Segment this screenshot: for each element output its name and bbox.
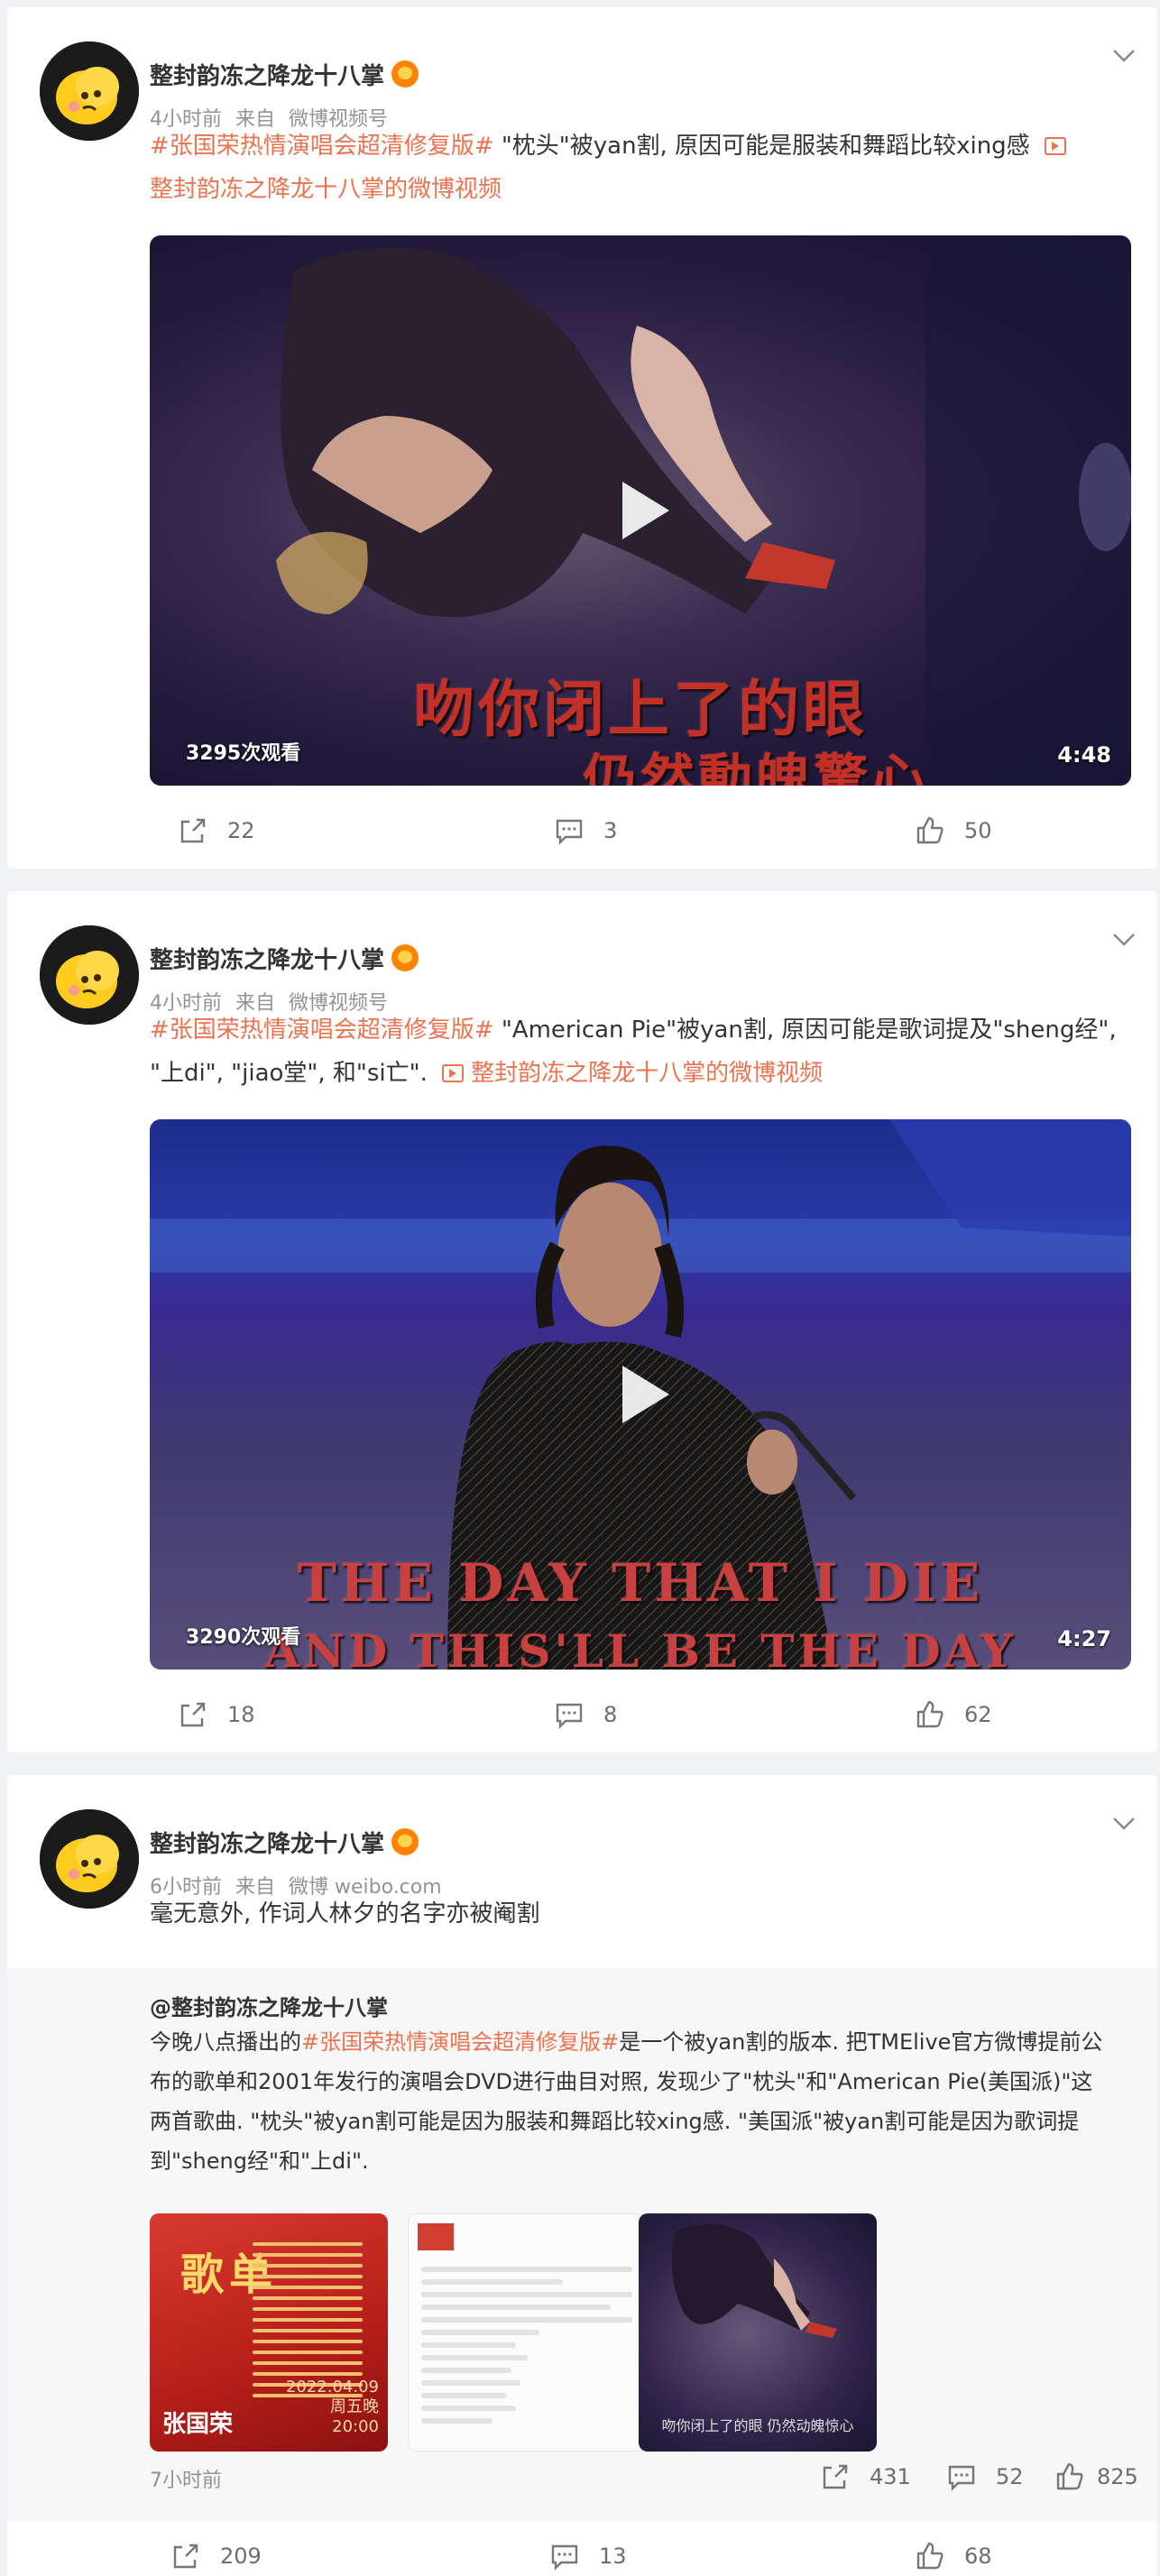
thumbs-up-icon (1056, 2462, 1083, 2490)
comment-count: 13 (599, 2544, 627, 2569)
view-count: 3290次观看 (186, 1626, 301, 1649)
image-thumbnail[interactable]: 吻你闭上了的眼 仍然动魄惊心 (639, 2213, 877, 2452)
retweet-text: 今晚八点播出的#张国荣热情演唱会超清修复版#是一个被yan割的版本. 把TMEl… (150, 2029, 1103, 2174)
post-text: #张国荣热情演唱会超清修复版# "枕头"被yan割, 原因可能是服装和舞蹈比较x… (150, 124, 1124, 211)
comment-button[interactable]: 13 (548, 2540, 627, 2572)
comment-icon (556, 819, 583, 845)
comment-icon (948, 2465, 975, 2491)
comment-icon (551, 2544, 578, 2571)
post-body: "枕头"被yan割, 原因可能是服装和舞蹈比较xing感 (493, 133, 1037, 160)
repost-icon (180, 1702, 206, 1727)
repost-count: 431 (870, 2464, 911, 2489)
repost-icon (173, 2544, 198, 2569)
video-player[interactable]: THE DAY THAT I DIE AND THIS'LL BE THE DA… (150, 1119, 1131, 1670)
comment-button[interactable]: 3 (553, 814, 617, 847)
post-text: 毫无意外, 作词人林夕的名字亦被阉割 (150, 1900, 540, 1927)
post-card: 整封韵冻之降龙十八掌 4小时前 来自 微博视频号 #张国荣热情演唱会超清修复版#… (7, 891, 1157, 1753)
like-count: 50 (964, 818, 992, 843)
video-duration: 4:27 (1057, 1626, 1111, 1651)
repost-count: 22 (227, 818, 255, 843)
like-count: 68 (964, 2544, 992, 2569)
thumb-date: 2022.04.09 周五晚 20:00 (285, 2378, 379, 2436)
video-link[interactable]: 整封韵冻之降龙十八掌的微博视频 (150, 176, 502, 203)
thumbs-up-icon (916, 816, 944, 844)
view-count: 3295次观看 (186, 742, 301, 765)
action-bar: 22 3 50 (7, 814, 1157, 860)
comment-icon (556, 1703, 583, 1729)
video-duration: 4:48 (1057, 742, 1111, 768)
post-text: #张国荣热情演唱会超清修复版# "American Pie"被yan割, 原因可… (150, 1008, 1124, 1095)
username[interactable]: 整封韵冻之降龙十八掌 (150, 942, 419, 975)
avatar[interactable] (40, 1809, 139, 1909)
thumb-text-lines (409, 2259, 645, 2431)
image-thumbnail[interactable]: 歌单 张国荣 2022.04.09 周五晚 20:00 (150, 2213, 388, 2452)
action-bar: 209 13 68 (7, 2540, 1157, 2576)
hashtag-link[interactable]: #张国荣热情演唱会超清修复版# (150, 133, 494, 160)
vip-badge-icon (391, 944, 419, 971)
video-subtitle-line1: THE DAY THAT I DIE (297, 1552, 984, 1614)
chevron-down-icon[interactable] (1109, 924, 1139, 954)
hashtag-link[interactable]: #张国荣热情演唱会超清修复版# (150, 1017, 494, 1044)
comment-count: 8 (603, 1702, 618, 1727)
avatar-emoji-icon (40, 1809, 139, 1909)
repost-button[interactable]: 209 (170, 2540, 262, 2572)
chevron-down-icon[interactable] (1109, 40, 1139, 70)
vip-badge-icon (391, 60, 419, 87)
thumbs-up-icon (916, 2542, 944, 2570)
like-count: 62 (964, 1702, 992, 1727)
image-thumbnail[interactable] (408, 2213, 646, 2452)
thumb-name: 张国荣 (162, 2411, 234, 2438)
action-bar: 18 8 62 (7, 1698, 1157, 1743)
repost-count: 209 (220, 2544, 262, 2569)
play-icon[interactable] (604, 1358, 677, 1431)
like-button[interactable]: 62 (914, 1698, 992, 1731)
avatar-emoji-icon (40, 925, 139, 1025)
avatar[interactable] (40, 41, 139, 141)
retweet-repost-button[interactable]: 431 (819, 2461, 911, 2493)
repost-icon (823, 2464, 848, 2489)
like-button[interactable]: 50 (914, 814, 992, 847)
like-count: 825 (1097, 2464, 1138, 2489)
video-subtitle-line2: 仍然動魄驚心 (583, 749, 929, 786)
post-card: 整封韵冻之降龙十八掌 6小时前 来自 微博 weibo.com 毫无意外, 作词… (7, 1775, 1157, 2576)
repost-button[interactable]: 22 (177, 814, 255, 847)
video-player[interactable]: 吻你闭上了的眼 仍然動魄驚心 3295次观看 4:48 (150, 235, 1131, 786)
repost-count: 18 (227, 1702, 255, 1727)
comment-count: 52 (996, 2464, 1024, 2489)
hashtag-link[interactable]: #张国荣热情演唱会超清修复版# (301, 2029, 619, 2055)
video-link-icon (442, 1064, 465, 1082)
username[interactable]: 整封韵冻之降龙十八掌 (150, 1826, 419, 1859)
repost-icon (180, 818, 206, 843)
repost-button[interactable]: 18 (177, 1698, 255, 1731)
vip-badge-icon (391, 1828, 419, 1855)
thumbs-up-icon (916, 1700, 944, 1728)
avatar[interactable] (40, 925, 139, 1025)
retweet-box[interactable]: @整封韵冻之降龙十八掌 今晚八点播出的#张国荣热情演唱会超清修复版#是一个被ya… (7, 1968, 1157, 2522)
retweet-like-button[interactable]: 825 (1054, 2461, 1138, 2493)
avatar-emoji-icon (40, 41, 139, 141)
retweet-user[interactable]: @整封韵冻之降龙十八掌 (150, 1990, 388, 2021)
like-button[interactable]: 68 (914, 2540, 992, 2572)
retweet-comment-button[interactable]: 52 (945, 2461, 1024, 2493)
chevron-down-icon[interactable] (1109, 1808, 1139, 1838)
comment-count: 3 (603, 818, 618, 843)
video-link-icon (1044, 137, 1066, 155)
username[interactable]: 整封韵冻之降龙十八掌 (150, 58, 419, 91)
thumb-header-block (418, 2223, 454, 2250)
comment-button[interactable]: 8 (553, 1698, 617, 1731)
thumb-subtitle: 吻你闭上了的眼 仍然动魄惊心 (661, 2417, 854, 2434)
play-icon[interactable] (604, 474, 677, 547)
post-card: 整封韵冻之降龙十八掌 4小时前 来自 微博视频号 #张国荣热情演唱会超清修复版#… (7, 7, 1157, 869)
video-link[interactable]: 整封韵冻之降龙十八掌的微博视频 (471, 1060, 823, 1087)
retweet-action-bar: 431 52 825 (7, 2461, 1157, 2506)
